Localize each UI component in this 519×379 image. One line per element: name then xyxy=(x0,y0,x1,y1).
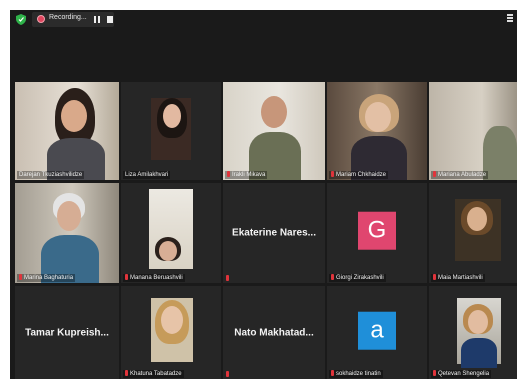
muted-mic-icon xyxy=(226,275,229,281)
participant-name: Liza Amilakhvari xyxy=(123,171,171,179)
participant-name: Mariam Chkhaidze xyxy=(329,171,389,179)
participant-tile[interactable]: Qetevan Shengelia xyxy=(429,286,517,379)
zoom-meeting-window: Recording... Darejan Tkuziashvilidze Liz… xyxy=(10,10,517,379)
participant-name: Darejan Tkuziashvilidze xyxy=(17,171,85,179)
participant-tile[interactable]: Liza Amilakhvari xyxy=(121,82,221,180)
participant-tile[interactable]: Tamar Kupreish... xyxy=(15,286,119,379)
avatar: G xyxy=(358,211,396,250)
participant-tile[interactable]: Nato Makhatad... xyxy=(223,286,325,379)
participant-tile[interactable]: Mariana Abuladze xyxy=(429,82,517,180)
muted-mic-icon xyxy=(331,171,334,177)
view-options-icon[interactable] xyxy=(507,14,515,22)
participant-display-name: Ekaterine Nares... xyxy=(232,227,316,239)
participant-name: Qetevan Shengelia xyxy=(431,370,492,378)
muted-mic-icon xyxy=(125,274,128,280)
participant-tile[interactable]: Mariam Chkhaidze xyxy=(327,82,427,180)
recording-label: Recording... xyxy=(49,14,87,21)
recording-dot-icon xyxy=(37,15,45,23)
participant-name: sokhaidze tinatin xyxy=(329,370,383,378)
shield-icon[interactable] xyxy=(16,14,26,25)
participant-name: Manana Beruashvili xyxy=(123,274,185,282)
participant-name: Marina Baghaturia xyxy=(17,274,76,282)
participant-tile[interactable]: Manana Beruashvili xyxy=(121,183,221,283)
participant-tile[interactable]: Darejan Tkuziashvilidze xyxy=(15,82,119,180)
participant-display-name: Nato Makhatad... xyxy=(234,327,314,338)
participant-tile[interactable]: G Giorgi Zirakashvili xyxy=(327,183,427,283)
participant-name: Irakli Mikava xyxy=(225,171,268,179)
top-bar: Recording... xyxy=(10,10,517,30)
participant-tile[interactable]: a sokhaidze tinatin xyxy=(327,286,427,379)
participant-name: Khatuna Tabatadze xyxy=(123,370,184,378)
stop-recording-icon[interactable] xyxy=(107,16,113,23)
recording-indicator: Recording... xyxy=(32,12,114,27)
avatar: a xyxy=(358,311,396,350)
muted-mic-icon xyxy=(19,274,22,280)
participant-name: Giorgi Zirakashvili xyxy=(329,274,386,282)
muted-mic-icon xyxy=(331,274,334,280)
participant-tile[interactable]: Irakli Mikava xyxy=(223,82,325,180)
muted-mic-icon xyxy=(433,370,436,376)
participant-name: Mariana Abuladze xyxy=(431,171,489,179)
participant-tile[interactable]: Marina Baghaturia xyxy=(15,183,119,283)
participant-tile[interactable]: Maia Martiashvili xyxy=(429,183,517,283)
participant-name: Maia Martiashvili xyxy=(431,274,485,282)
muted-mic-icon xyxy=(331,370,334,376)
participant-tile[interactable]: Khatuna Tabatadze xyxy=(121,286,221,379)
muted-mic-icon xyxy=(226,371,229,377)
participant-tile[interactable]: Ekaterine Nares... xyxy=(223,183,325,283)
pause-recording-icon[interactable] xyxy=(94,16,101,23)
muted-mic-icon xyxy=(433,274,436,280)
muted-mic-icon xyxy=(433,171,436,177)
muted-mic-icon xyxy=(125,370,128,376)
muted-mic-icon xyxy=(227,171,230,177)
participant-display-name: Tamar Kupreish... xyxy=(25,327,109,338)
